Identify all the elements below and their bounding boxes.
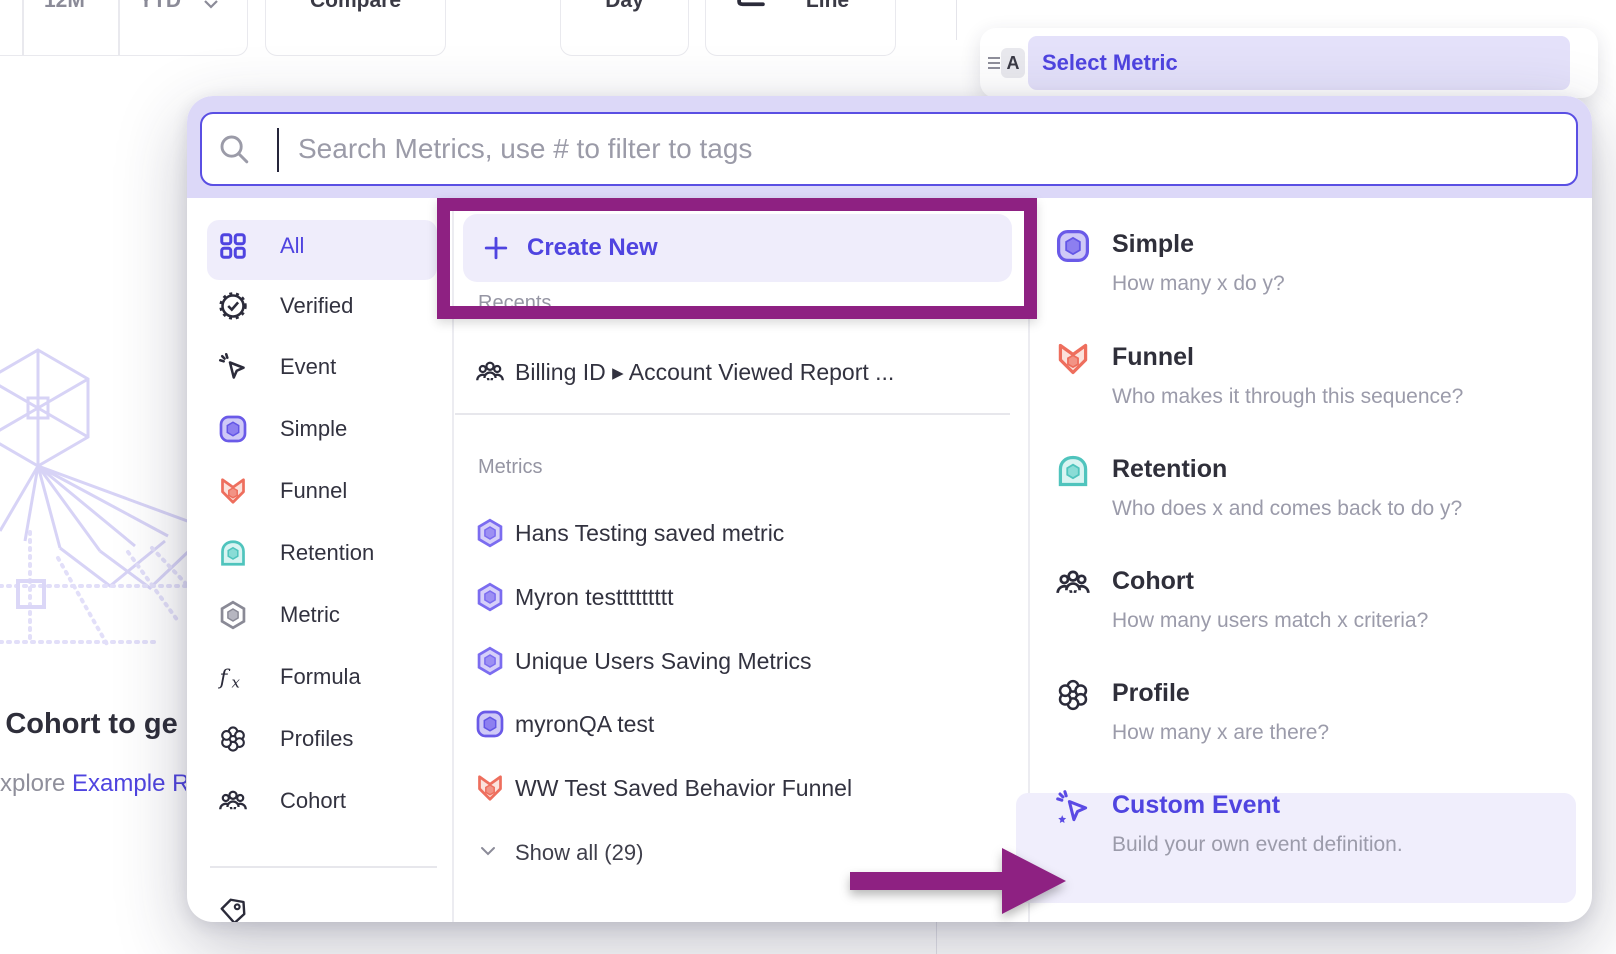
drag-handle-icon[interactable] — [986, 54, 1002, 72]
wireframe-illustration — [0, 336, 190, 648]
compare-button[interactable]: Compare — [265, 0, 446, 56]
type-option-custom-event[interactable]: Custom Event Build your own event defini… — [1037, 785, 1577, 881]
simple-metric-icon — [218, 414, 248, 444]
day-label: Day — [605, 0, 644, 13]
metric-slot-card: A Select Metric — [980, 28, 1598, 98]
sidebar-item-metric[interactable]: Metric — [199, 587, 444, 643]
page-divider-bottom — [936, 917, 937, 954]
search-input[interactable] — [200, 112, 1578, 186]
simple-metric-icon — [475, 709, 505, 739]
sidebar-item-retention[interactable]: Retention — [199, 525, 444, 581]
range-ytd-button[interactable]: YTD — [139, 0, 181, 13]
date-range-group[interactable]: 12M YTD — [0, 0, 248, 56]
funnel-icon — [475, 773, 505, 803]
retention-icon — [218, 538, 248, 568]
segment-divider — [22, 0, 24, 55]
recent-item-row[interactable]: Billing ID ▸ Account Viewed Report ... — [463, 346, 1011, 398]
metric-list-item[interactable]: Myron testtttttttt — [463, 571, 1011, 623]
subline-text: xplore — [0, 770, 72, 797]
type-option-cohort[interactable]: Cohort How many users match x criteria? — [1037, 561, 1577, 657]
event-cursor-icon — [218, 352, 248, 382]
annotation-rectangle — [437, 198, 1037, 319]
metric-list-item[interactable]: myronQA test — [463, 698, 1011, 750]
sidebar-item-funnel[interactable]: Funnel — [199, 463, 444, 519]
metric-list-item[interactable]: WW Test Saved Behavior Funnel — [463, 762, 1011, 814]
chevron-down-icon — [203, 0, 219, 9]
sidebar-item-formula[interactable]: ƒ x Formula — [199, 649, 444, 705]
chevron-down-icon — [479, 845, 497, 857]
saved-metric-hexagon-icon — [475, 518, 505, 548]
sidebar-item-cohort[interactable]: Cohort — [199, 773, 444, 829]
formula-fx-icon: ƒ x — [218, 662, 248, 692]
simple-metric-icon — [1055, 228, 1091, 264]
range-12m-button[interactable]: 12M — [44, 0, 85, 13]
profiles-cluster-icon — [218, 724, 248, 754]
type-option-profile[interactable]: Profile How many x are there? — [1037, 673, 1577, 769]
section-divider — [455, 413, 1010, 415]
line-chart-icon — [734, 0, 768, 11]
saved-metric-hexagon-icon — [475, 582, 505, 612]
funnel-icon — [1055, 341, 1091, 377]
line-label: Line — [806, 0, 849, 13]
metrics-section-label: Metrics — [478, 456, 542, 479]
retention-icon — [1055, 453, 1091, 489]
show-all-button[interactable]: Show all (29) — [463, 827, 863, 879]
arrow-shaft — [850, 872, 1002, 890]
search-icon — [218, 133, 250, 165]
day-button[interactable]: Day — [560, 0, 689, 56]
series-a-badge: A — [1001, 48, 1025, 78]
background-headline: r Cohort to ge — [0, 708, 186, 748]
segment-divider — [118, 0, 120, 55]
verified-badge-icon — [218, 291, 248, 321]
svg-text:ƒ: ƒ — [218, 666, 231, 690]
profiles-cluster-icon — [1055, 677, 1091, 713]
sidebar-divider — [210, 866, 437, 868]
sidebar-item-event[interactable]: Event — [199, 339, 444, 395]
background-subline: xplore Example R — [0, 770, 186, 804]
compare-label: Compare — [310, 0, 401, 13]
custom-event-icon — [1055, 789, 1091, 825]
cohort-people-icon — [1055, 565, 1091, 601]
cohort-people-icon — [218, 786, 248, 816]
select-metric-button[interactable]: Select Metric — [1028, 36, 1570, 90]
type-option-retention[interactable]: Retention Who does x and comes back to d… — [1037, 449, 1577, 545]
tags-icon-partial — [218, 896, 248, 922]
grid-icon — [218, 231, 248, 261]
example-link[interactable]: Example R — [72, 770, 186, 797]
cohort-people-icon — [475, 357, 505, 387]
sidebar-item-verified[interactable]: Verified — [199, 278, 444, 334]
select-metric-label: Select Metric — [1042, 50, 1178, 76]
arrow-head — [1002, 848, 1066, 914]
page-divider-top — [956, 0, 957, 40]
sidebar-item-simple[interactable]: Simple — [199, 401, 444, 457]
metric-hexagon-icon — [218, 600, 248, 630]
svg-text:x: x — [232, 674, 241, 692]
line-chart-button[interactable]: Line — [705, 0, 896, 56]
text-cursor — [277, 128, 279, 172]
metric-list-item[interactable]: Hans Testing saved metric — [463, 507, 1011, 559]
funnel-icon — [218, 476, 248, 506]
metric-list-item[interactable]: Unique Users Saving Metrics — [463, 635, 1011, 687]
type-option-simple[interactable]: Simple How many x do y? — [1037, 224, 1577, 320]
type-option-funnel[interactable]: Funnel Who makes it through this sequenc… — [1037, 337, 1577, 433]
sidebar-item-profiles[interactable]: Profiles — [199, 711, 444, 767]
saved-metric-hexagon-icon — [475, 646, 505, 676]
sidebar-item-all[interactable]: All — [199, 218, 444, 274]
